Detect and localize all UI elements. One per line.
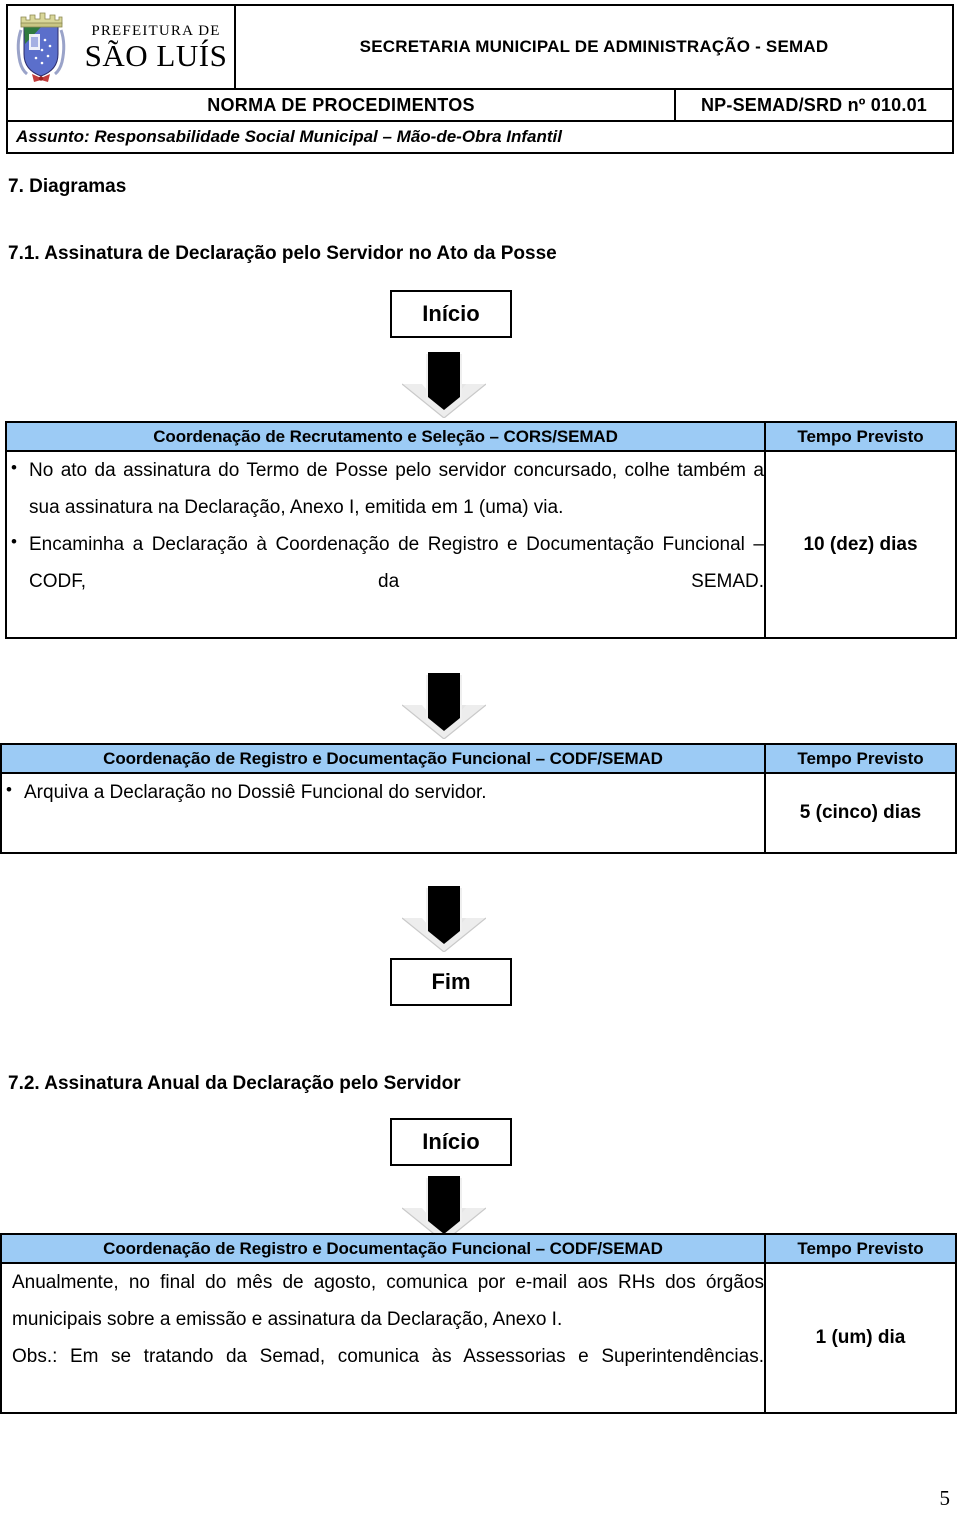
time-header-cell: Tempo Previsto	[764, 1233, 957, 1264]
flow-arrow-down-icon	[401, 673, 487, 740]
list-item: Encaminha a Declaração à Coordenação de …	[11, 525, 764, 637]
action-list: No ato da assinatura do Termo de Posse p…	[7, 451, 764, 637]
table-row-header: Coordenação de Recrutamento e Seleção – …	[5, 421, 957, 452]
actor-header-cell: Coordenação de Registro e Documentação F…	[0, 1233, 766, 1264]
page-number: 5	[939, 1486, 951, 1510]
time-value-cell: 10 (dez) dias	[764, 449, 957, 640]
terminator-end-1: Fim	[390, 958, 512, 1006]
list-item: No ato da assinatura do Termo de Posse p…	[11, 451, 764, 526]
norm-label: NORMA DE PROCEDIMENTOS	[8, 90, 676, 120]
actions-cell: Anualmente, no final do mês de agosto, c…	[0, 1261, 766, 1415]
actions-cell: No ato da assinatura do Termo de Posse p…	[5, 449, 766, 640]
coat-of-arms-icon	[12, 10, 70, 84]
terminator-start-2: Início	[390, 1118, 512, 1166]
flow-arrow-down-icon	[401, 352, 487, 419]
time-header-cell: Tempo Previsto	[764, 743, 957, 774]
time-header-cell: Tempo Previsto	[764, 421, 957, 452]
terminator-start-1: Início	[390, 290, 512, 338]
table-row-header: Coordenação de Registro e Documentação F…	[0, 743, 957, 774]
header-row-norm: NORMA DE PROCEDIMENTOS NP-SEMAD/SRD nº 0…	[8, 90, 952, 122]
logo-line-2: SÃO LUÍS	[84, 37, 228, 73]
actor-header-cell: Coordenação de Registro e Documentação F…	[0, 743, 766, 774]
subject-line: Assunto: Responsabilidade Social Municip…	[16, 127, 562, 146]
norm-code: NP-SEMAD/SRD nº 010.01	[700, 94, 928, 115]
heading-section-7-1: 7.1. Assinatura de Declaração pelo Servi…	[8, 243, 557, 264]
logo-wordmark: PREFEITURA DE SÃO LUÍS	[78, 22, 234, 73]
table-row-header: Coordenação de Registro e Documentação F…	[0, 1233, 957, 1264]
paragraph: Anualmente, no final do mês de agosto, c…	[12, 1272, 764, 1331]
heading-section-7: 7. Diagramas	[8, 176, 127, 197]
flow-table-step-2: Coordenação de Registro e Documentação F…	[0, 743, 957, 854]
document-header: PREFEITURA DE SÃO LUÍS SECRETARIA MUNICI…	[6, 4, 954, 154]
actions-cell: Arquiva a Declaração no Dossiê Funcional…	[0, 772, 766, 854]
time-value-cell: 1 (um) dia	[764, 1261, 957, 1415]
list-item: Arquiva a Declaração no Dossiê Funcional…	[6, 773, 764, 848]
header-row-identity: PREFEITURA DE SÃO LUÍS SECRETARIA MUNICI…	[8, 6, 952, 90]
table-row-body: No ato da assinatura do Termo de Posse p…	[5, 449, 957, 640]
table-row-body: Arquiva a Declaração no Dossiê Funcional…	[0, 772, 957, 854]
organization-title: SECRETARIA MUNICIPAL DE ADMINISTRAÇÃO - …	[359, 37, 829, 56]
logo-line-1: PREFEITURA DE	[91, 22, 221, 39]
table-row-body: Anualmente, no final do mês de agosto, c…	[0, 1261, 957, 1415]
paragraph: Obs.: Em se tratando da Semad, comunica …	[12, 1346, 764, 1368]
actor-header-cell: Coordenação de Recrutamento e Seleção – …	[5, 421, 766, 452]
flow-table-step-1: Coordenação de Recrutamento e Seleção – …	[5, 421, 957, 640]
flow-arrow-down-icon	[401, 886, 487, 953]
header-logo-cell: PREFEITURA DE SÃO LUÍS	[8, 6, 236, 88]
time-value-cell: 5 (cinco) dias	[764, 772, 957, 854]
action-list: Arquiva a Declaração no Dossiê Funcional…	[2, 773, 764, 848]
flow-table-step-3: Coordenação de Registro e Documentação F…	[0, 1233, 957, 1415]
heading-section-7-2: 7.2. Assinatura Anual da Declaração pelo…	[8, 1073, 461, 1094]
